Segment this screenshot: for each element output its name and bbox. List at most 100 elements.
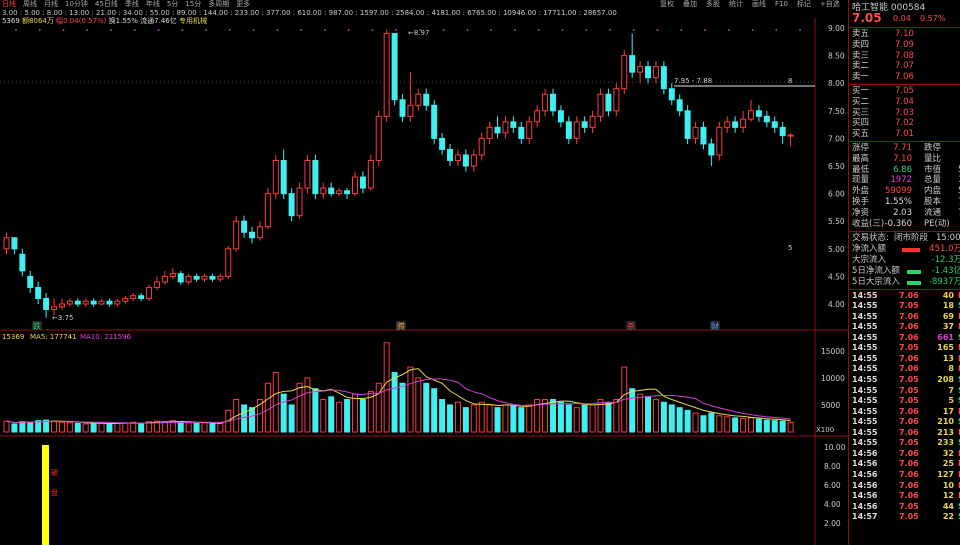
price-tick: 6.50 (828, 162, 845, 171)
orderbook-sell-row: 卖四 7.09 (852, 40, 960, 51)
signal-dot (228, 29, 231, 31)
event-marker-label: 跌 (33, 321, 41, 331)
tick-time: 14:56 (852, 491, 878, 501)
volume-bar (58, 421, 65, 433)
signal-dot (514, 29, 516, 31)
price-tick: 7.00 (828, 134, 845, 143)
price-tick: 9.00 (828, 24, 845, 33)
candle-body (375, 115, 382, 161)
signal-dot (371, 29, 374, 31)
volume-bar (130, 421, 137, 433)
separator (849, 84, 960, 85)
volume-bar (755, 418, 762, 433)
volume-bar (684, 409, 691, 433)
tick-volume: 661 (937, 332, 954, 342)
volume-bar (462, 407, 469, 433)
tick-row: 14:567.0544S (852, 502, 960, 513)
tick-volume: 127 (937, 469, 954, 479)
buy-price: 7.04 (895, 96, 914, 107)
signal-dot (38, 29, 41, 31)
volume-bar (98, 422, 105, 433)
signal-dot (585, 29, 588, 31)
stat-key: 现量 (852, 175, 870, 186)
stat-key-2: 内盘 (924, 186, 942, 197)
tick-time: 14:55 (852, 353, 878, 363)
signal-dot (157, 29, 160, 31)
candle-body (700, 126, 707, 145)
signal-dot (252, 29, 255, 31)
candle-body (447, 148, 454, 161)
stat-row: 收益(三) -0.360 PE(动) (852, 219, 960, 230)
stat-key-2: 流通 (924, 207, 942, 218)
ind-tick: 2.00 (824, 519, 841, 528)
vol-legend-ma10: MA10: 211596 (80, 333, 132, 341)
signal-dot (680, 29, 683, 31)
tick-price: 7.06 (899, 406, 919, 416)
tick-price: 7.06 (899, 427, 919, 437)
flow-value: -12.3万 (931, 255, 960, 266)
tick-row: 14:557.055S (852, 396, 960, 407)
price-tick: 8.00 (828, 79, 845, 88)
sell-price: 7.10 (895, 29, 914, 39)
tick-time: 14:55 (852, 396, 878, 406)
candles (3, 29, 794, 318)
candle-body (74, 300, 81, 305)
volume-bar (716, 415, 723, 433)
stat-key: 外盘 (852, 186, 870, 197)
candle-body (708, 143, 715, 156)
candle-body (637, 66, 644, 73)
tick-volume: 25 (942, 459, 954, 469)
volume-bar (19, 421, 26, 433)
candle-body (27, 275, 34, 288)
candle-body (716, 126, 723, 156)
signal-dot (181, 29, 184, 31)
candle-body (344, 190, 351, 195)
ind-tick: 8.00 (824, 462, 841, 471)
candle-body (399, 99, 406, 117)
signal-dot (466, 29, 469, 31)
volume-bar (771, 420, 778, 433)
stat-key: 最低 (852, 164, 870, 175)
tick-time: 14:55 (852, 406, 878, 416)
stat-key: 涨停 (852, 143, 870, 153)
candle-body (589, 115, 596, 128)
signal-dot (110, 29, 112, 31)
buy-price: 7.05 (895, 86, 914, 96)
tick-row: 14:557.0518S (852, 301, 960, 312)
candle-body (153, 281, 160, 288)
tick-price: 7.05 (899, 438, 919, 448)
tick-volume: 8 (948, 364, 954, 374)
buy-price: 7.03 (895, 107, 914, 118)
kline-chart[interactable]: 9.00 8.50 8.00 7.50 7.00 6.50 6.00 5.50 5.00 4.50… (0, 0, 848, 545)
volume-bar (344, 399, 351, 433)
candle-body (367, 159, 374, 189)
candle-body (122, 297, 129, 302)
trade-status-row: 交易状态: 闭市阶段 15:00:0 (852, 233, 960, 244)
tick-price: 7.06 (899, 332, 919, 342)
tick-price: 7.05 (899, 343, 919, 353)
signal-dot (347, 29, 350, 31)
volume-bar (605, 401, 612, 433)
stat-key-2: 市值 (924, 164, 942, 175)
volume-bar (724, 416, 731, 433)
tick-row: 14:567.06127B (852, 470, 960, 481)
volume-bar (74, 422, 81, 433)
candle-body (58, 303, 65, 308)
candle-body (90, 300, 97, 305)
tick-row: 14:557.0617B (852, 407, 960, 418)
candle-body (454, 154, 461, 161)
tick-volume: 7 (948, 385, 954, 395)
separator (849, 288, 960, 290)
stat-key-2: 量比 (924, 153, 942, 164)
candle-body (645, 66, 652, 79)
tick-price: 7.05 (899, 396, 919, 406)
volume-bar (304, 377, 311, 433)
volume-bar (732, 417, 739, 433)
candle-body (581, 121, 588, 128)
candle-body (763, 115, 770, 123)
tick-time: 14:56 (852, 459, 878, 469)
candle-body (470, 154, 477, 167)
volume-bar (351, 393, 358, 433)
volume-bar (201, 422, 208, 433)
tick-volume: 5 (948, 396, 954, 406)
